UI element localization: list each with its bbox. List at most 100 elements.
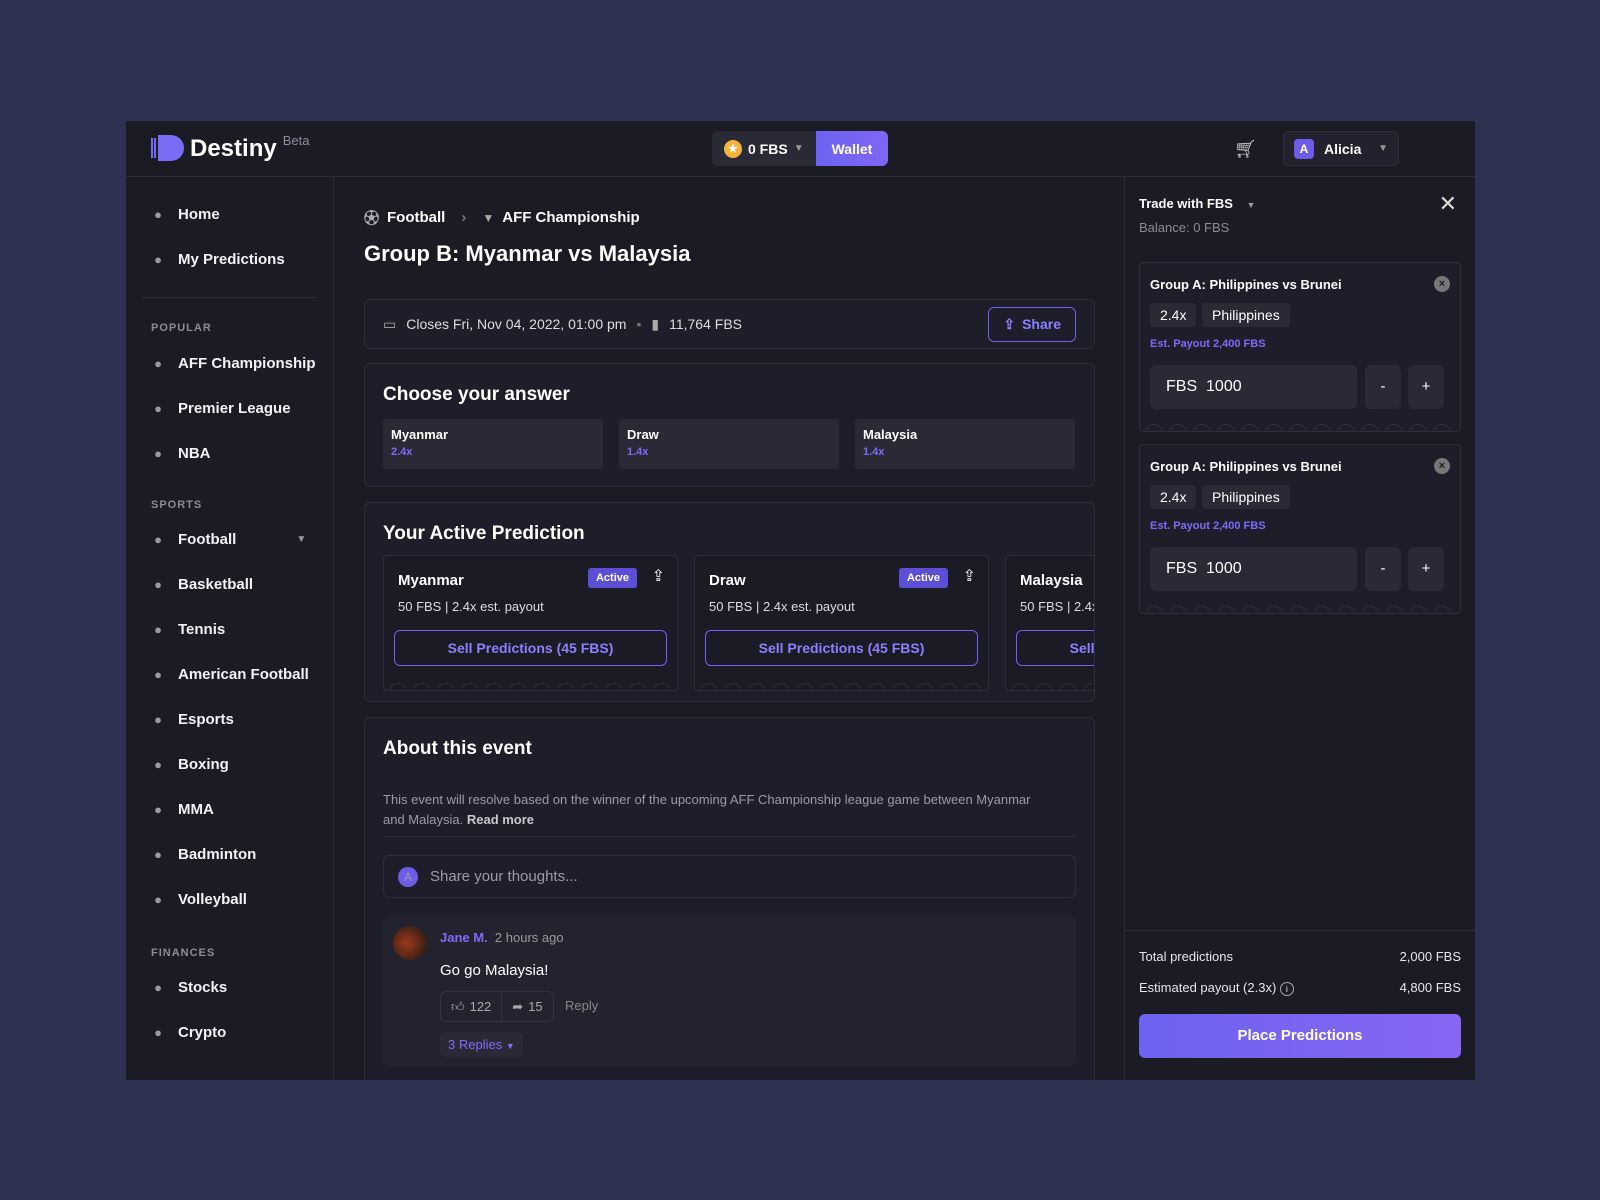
comment-placeholder: Share your thoughts... [430, 868, 578, 885]
breadcrumb-football[interactable]: Football [387, 209, 445, 226]
answer-option-malaysia[interactable]: Malaysia 1.4x [855, 419, 1075, 469]
sidebar-item-volleyball[interactable]: ● Volleyball [150, 891, 247, 908]
prediction-card: Draw 50 FBS | 2.4x est. payout Active ⇪ Sell… [694, 555, 989, 691]
wallet-button[interactable]: Wallet [815, 131, 889, 166]
est-payout: Est. Payout 2,400 FBS [1150, 338, 1266, 350]
amount-input[interactable]: FBS 1000 [1150, 547, 1357, 591]
payout-value: 4,800 FBS [1399, 980, 1461, 995]
comment-author[interactable]: Jane M. [440, 930, 488, 945]
read-more-link[interactable]: Read more [467, 812, 534, 827]
increment-button[interactable]: + [1408, 365, 1444, 409]
sidebar-item-mma[interactable]: ● MMA [150, 801, 214, 818]
basketball-icon: ● [154, 577, 162, 592]
trade-panel: Trade with FBS ▼ Balance: 0 FBS ✕ Group … [1124, 177, 1475, 1080]
calendar-icon: ▭ [383, 315, 397, 332]
user-name: Alicia [1324, 140, 1362, 157]
about-card: About this event This event will resolve… [364, 717, 1095, 1080]
ticket-edge [388, 680, 673, 690]
prediction-detail: 50 FBS | 2.4x est. payout [1020, 599, 1094, 614]
chevron-down-icon: ▼ [1246, 200, 1256, 210]
status-badge: Active [587, 568, 637, 588]
active-prediction-card: Your Active Prediction Myanmar 50 FBS | 2… [364, 502, 1095, 702]
forward-icon: ➦ [512, 998, 524, 1014]
trade-currency-dropdown[interactable]: Trade with FBS ▼ [1139, 196, 1255, 211]
sell-predictions-button[interactable]: Sell Predictions (45 FBS) [705, 630, 978, 666]
prediction-name: Malaysia [1020, 572, 1083, 589]
pick-tag: Philippines [1202, 303, 1290, 327]
comment: Jane M. 2 hours ago Go go Malaysia! 👍︎ 12… [383, 916, 1076, 1066]
sidebar-item-crypto[interactable]: ● Crypto [150, 1024, 226, 1041]
chevron-down-icon: ▼ [1378, 143, 1388, 154]
sidebar-item-basketball[interactable]: ● Basketball [150, 576, 253, 593]
sidebar-item-esports[interactable]: ● Esports [150, 711, 234, 728]
reply-button[interactable]: Reply [565, 998, 598, 1013]
remove-slip-icon[interactable]: × [1434, 276, 1450, 292]
payout-label: Estimated payout (2.3x) i [1139, 980, 1294, 996]
sidebar-item-american-football[interactable]: ● American Football [150, 666, 309, 683]
reactions: 👍︎ 122 ➦ 15 [440, 991, 554, 1022]
decrement-button[interactable]: - [1365, 365, 1401, 409]
crypto-icon: ● [154, 1025, 162, 1040]
breadcrumb-aff[interactable]: AFF Championship [502, 209, 640, 226]
like-button[interactable]: 👍︎ 122 [441, 992, 503, 1021]
bet-slip: Group A: Philippines vs Brunei × 2.4x Phili… [1139, 262, 1461, 432]
sidebar-item-boxing[interactable]: ● Boxing [150, 756, 229, 773]
tennis-icon: ● [154, 622, 162, 637]
remove-slip-icon[interactable]: × [1434, 458, 1450, 474]
coin-icon: ★ [724, 139, 742, 158]
sell-predictions-button[interactable]: Sell Predictions (45 FBS) [1016, 630, 1094, 666]
slip-title: Group A: Philippines vs Brunei [1150, 459, 1342, 474]
sidebar-item-nba[interactable]: ● NBA [150, 445, 210, 462]
logo[interactable]: Destiny Beta [151, 133, 309, 163]
close-date: Closes Fri, Nov 04, 2022, 01:00 pm [406, 316, 627, 332]
answer-option-myanmar[interactable]: Myanmar 2.4x [383, 419, 603, 469]
sidebar: ● Home ● My Predictions POPULAR ● AFF Champion… [126, 177, 334, 1080]
sidebar-item-football[interactable]: ● Football ▼ [150, 531, 306, 548]
odds-tag: 2.4x [1150, 303, 1197, 327]
dot-separator: • [636, 316, 642, 332]
sidebar-item-aff-championship[interactable]: ● AFF Championship [150, 355, 315, 372]
decrement-button[interactable]: - [1365, 547, 1401, 591]
share-icon[interactable]: ⇪ [963, 566, 976, 586]
amount-input[interactable]: FBS 1000 [1150, 365, 1357, 409]
share-icon[interactable]: ⇪ [652, 566, 665, 586]
ticket-edge [1010, 680, 1094, 690]
commenter-avatar [393, 926, 427, 960]
logo-text: Destiny [190, 135, 277, 162]
balance-dropdown[interactable]: ★ 0 FBS ▼ [712, 131, 816, 166]
volume: 11,764 FBS [669, 316, 742, 332]
aff-logo-icon: ● [154, 356, 162, 371]
share-button[interactable]: ⇪ Share [988, 306, 1076, 342]
sidebar-item-tennis[interactable]: ● Tennis [150, 621, 225, 638]
volleyball-icon: ● [154, 892, 162, 907]
sidebar-item-home[interactable]: ● Home [150, 206, 220, 223]
est-payout: Est. Payout 2,400 FBS [1150, 520, 1266, 532]
section-title: Your Active Prediction [383, 523, 585, 544]
increment-button[interactable]: + [1408, 547, 1444, 591]
sell-predictions-button[interactable]: Sell Predictions (45 FBS) [394, 630, 667, 666]
answer-option-draw[interactable]: Draw 1.4x [619, 419, 839, 469]
logo-icon [151, 135, 184, 161]
share-comment-button[interactable]: ➦ 15 [502, 992, 552, 1021]
stocks-icon: ● [154, 980, 162, 995]
replies-toggle[interactable]: 3 Replies ▼ [440, 1032, 523, 1057]
comment-input[interactable]: A Share your thoughts... [383, 855, 1076, 898]
total-value: 2,000 FBS [1399, 949, 1461, 964]
section-label: SPORTS [151, 499, 203, 511]
sidebar-item-my-predictions[interactable]: ● My Predictions [150, 251, 285, 268]
place-predictions-button[interactable]: Place Predictions [1139, 1014, 1461, 1058]
bar-chart-icon: ▮ [651, 315, 660, 332]
sidebar-item-premier-league[interactable]: ● Premier League [150, 400, 291, 417]
shuttlecock-icon: ● [154, 847, 162, 862]
close-icon[interactable]: ✕ [1439, 191, 1457, 217]
sidebar-item-badminton[interactable]: ● Badminton [150, 846, 256, 863]
chevron-right-icon: › [461, 209, 467, 226]
breadcrumb: ⚽︎ Football › ▼ AFF Championship [364, 207, 640, 228]
sidebar-item-stocks[interactable]: ● Stocks [150, 979, 227, 996]
balance-text: 0 FBS [748, 140, 788, 157]
gamepad-icon: ● [154, 712, 162, 727]
cart-icon[interactable]: 🛒︎ [1234, 139, 1257, 160]
info-icon[interactable]: i [1279, 982, 1294, 996]
pick-tag: Philippines [1202, 485, 1290, 509]
user-menu[interactable]: A Alicia ▼ [1283, 131, 1399, 166]
